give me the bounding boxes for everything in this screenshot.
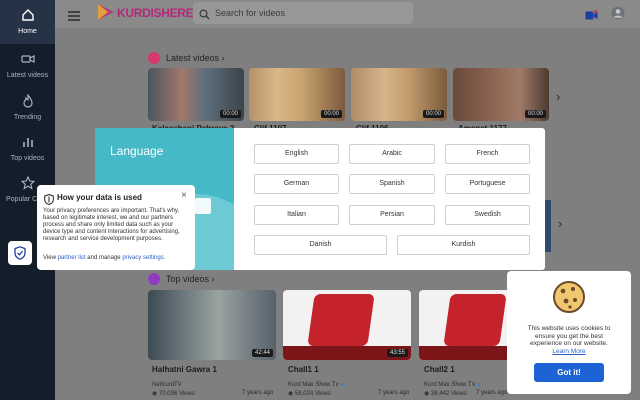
latest-videos-heading[interactable]: Latest videos ›	[166, 53, 225, 63]
view-count: ◉ 58,024 Views	[288, 391, 331, 397]
video-thumbnail[interactable]: 00:00	[351, 68, 447, 121]
latest-videos-badge-icon	[148, 52, 160, 64]
video-title[interactable]: Chall1 1	[288, 365, 319, 374]
view-count: ◉ 70,036 Views	[152, 391, 195, 397]
privacy-settings-button[interactable]	[8, 241, 32, 265]
upload-date: 7 years ago	[378, 390, 410, 396]
home-icon	[0, 8, 55, 22]
upload-date: 7 years ago	[476, 390, 508, 396]
language-option-arabic[interactable]: Arabic	[349, 144, 435, 164]
close-icon[interactable]: ×	[181, 190, 187, 201]
search-icon	[199, 7, 210, 25]
video-title[interactable]: Chall2 1	[424, 365, 455, 374]
video-upload-icon[interactable]	[585, 8, 598, 26]
eye-icon: ◉	[152, 391, 158, 397]
language-option-german[interactable]: German	[254, 174, 339, 194]
logo-text[interactable]: KURDISHERE	[117, 6, 194, 20]
sidebar-item-label: Latest videos	[6, 72, 49, 79]
sidebar-item-label: Trending	[13, 114, 42, 121]
language-option-kurdish[interactable]: Kurdish	[397, 235, 530, 255]
user-avatar-icon[interactable]	[611, 6, 625, 25]
video-thumbnail[interactable]: 00:00	[453, 68, 549, 121]
privacy-panel: How your data is used × Your privacy pre…	[37, 185, 195, 270]
duration-badge: 00:00	[320, 110, 342, 118]
video-thumbnail[interactable]: 42:44	[148, 290, 276, 360]
duration-badge: 43:55	[386, 349, 408, 357]
verified-icon: ●	[477, 382, 481, 388]
language-option-danish[interactable]: Danish	[254, 235, 387, 255]
view-count: ◉ 38,442 Views	[424, 391, 467, 397]
privacy-panel-body: Your privacy preferences are important. …	[43, 208, 180, 242]
logo[interactable]	[96, 3, 116, 21]
language-option-swedish[interactable]: Swedish	[445, 205, 530, 225]
flame-icon	[0, 94, 55, 108]
cookie-notice-text: This website uses cookies to ensure you …	[527, 325, 611, 347]
search-input[interactable]	[215, 6, 405, 20]
duration-badge: 42:44	[251, 349, 273, 357]
top-videos-badge-icon	[148, 273, 160, 285]
learn-more-link[interactable]: Learn More	[507, 348, 631, 355]
language-option-english[interactable]: English	[254, 144, 339, 164]
language-option-portuguese[interactable]: Portuguese	[445, 174, 530, 194]
top-bar: KURDISHERE	[55, 0, 640, 28]
cookie-icon	[552, 279, 586, 320]
video-camera-icon	[0, 52, 55, 66]
next-arrow-icon[interactable]: ›	[556, 89, 560, 104]
privacy-view-text: View	[43, 255, 56, 261]
language-option-persian[interactable]: Persian	[349, 205, 435, 225]
verified-icon: ●	[340, 382, 344, 388]
privacy-panel-title: How your data is used	[57, 193, 142, 202]
upload-date: 7 years ago	[242, 390, 274, 396]
sidebar-item-home[interactable]: Home	[0, 0, 55, 44]
video-thumbnail[interactable]: 43:55	[283, 290, 411, 360]
language-option-french[interactable]: French	[445, 144, 530, 164]
next-arrow-icon[interactable]: ›	[558, 216, 562, 231]
channel-name[interactable]: Kurd Max Show TV ●	[424, 382, 481, 388]
video-thumbnail[interactable]: 00:00	[148, 68, 244, 121]
video-thumbnail[interactable]	[545, 200, 551, 252]
partner-list-link[interactable]: partner list	[58, 255, 86, 261]
language-modal-title: Language	[110, 144, 164, 158]
shield-check-icon	[14, 246, 26, 265]
eye-icon: ◉	[424, 391, 430, 397]
duration-badge: 00:00	[422, 110, 444, 118]
cookie-notice: This website uses cookies to ensure you …	[507, 271, 631, 394]
sidebar-item-top-videos[interactable]: Top videos	[0, 127, 55, 171]
video-thumbnail[interactable]	[419, 290, 517, 360]
search-box[interactable]	[193, 2, 413, 24]
duration-badge: 00:00	[219, 110, 241, 118]
language-option-italian[interactable]: Italian	[254, 205, 339, 225]
eye-icon: ◉	[288, 391, 294, 397]
sidebar-item-latest-videos[interactable]: Latest videos	[0, 44, 55, 88]
channel-name[interactable]: Kurd Max Show Tv ●	[288, 382, 344, 388]
accept-cookies-button[interactable]: Got it!	[534, 363, 604, 382]
language-option-spanish[interactable]: Spanish	[349, 174, 435, 194]
bar-chart-icon	[0, 135, 55, 149]
video-thumbnail[interactable]: 00:00	[249, 68, 345, 121]
duration-badge: 00:00	[524, 110, 546, 118]
privacy-settings-link[interactable]: privacy settings.	[122, 255, 165, 261]
sidebar-item-label: Home	[18, 28, 37, 35]
video-title[interactable]: Halhatni Gawra 1	[152, 365, 217, 374]
privacy-manage-text: and manage	[87, 255, 121, 261]
top-videos-heading[interactable]: Top videos ›	[166, 274, 215, 284]
hamburger-menu-icon[interactable]	[68, 8, 80, 26]
privacy-panel-links: View partner list and manage privacy set…	[43, 255, 165, 261]
sidebar-item-trending[interactable]: Trending	[0, 86, 55, 130]
sidebar-item-label: Top videos	[10, 155, 45, 162]
channel-name[interactable]: NetKurdTV	[152, 382, 182, 388]
